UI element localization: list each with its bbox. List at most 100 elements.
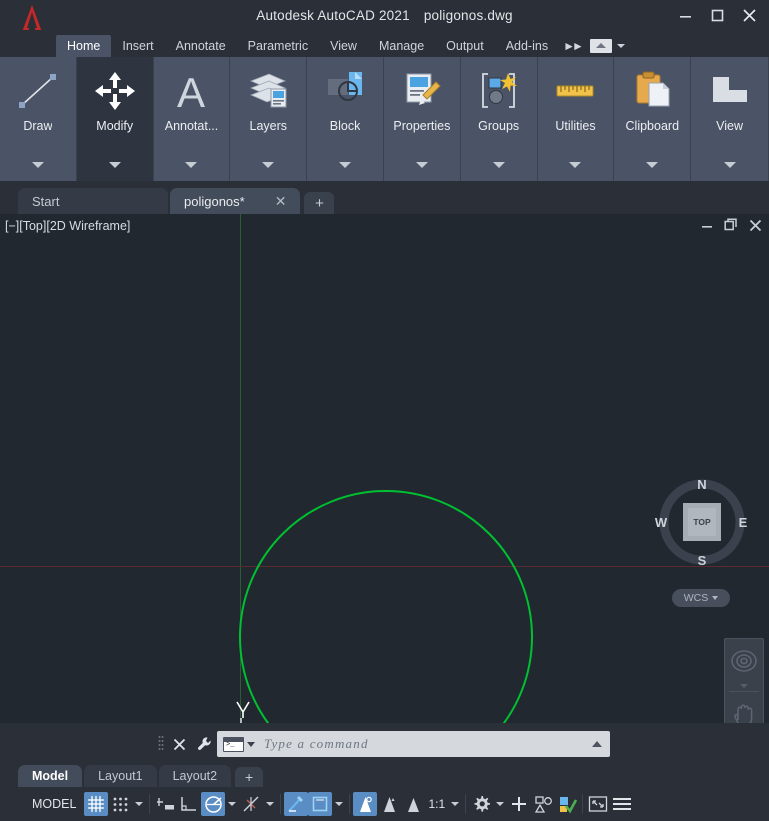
object-snap-tracking-toggle[interactable] [239, 792, 263, 816]
minimize-icon [701, 225, 712, 228]
clean-screen-button[interactable] [586, 792, 610, 816]
chevron-down-icon[interactable] [569, 162, 582, 168]
ribbon-tab-home[interactable]: Home [56, 35, 112, 57]
double-chevron-right-icon[interactable]: ►► [563, 39, 585, 53]
chevron-down-icon[interactable] [723, 162, 736, 168]
new-file-tab-button[interactable]: + [304, 192, 335, 214]
maximize-button[interactable] [701, 1, 733, 29]
clean-screen-icon [588, 796, 608, 812]
chevron-down-icon[interactable] [415, 162, 428, 168]
ribbon-tab-parametric[interactable]: Parametric [237, 35, 319, 57]
command-input[interactable]: Type a command [217, 731, 610, 757]
ortho-mode-toggle[interactable] [177, 792, 201, 816]
viewcube[interactable]: TOP N S E W [652, 472, 752, 572]
ribbon-panel-annotation[interactable]: A Annotat... [153, 57, 231, 181]
layout-tab-layout1[interactable]: Layout1 [84, 765, 157, 787]
command-close-button[interactable] [167, 731, 192, 757]
ribbon-panel-draw[interactable]: Draw [0, 57, 77, 181]
ribbon-panel-clipboard[interactable]: Clipboard [614, 57, 692, 181]
chevron-down-icon[interactable] [492, 162, 505, 168]
ribbon-panel-groups[interactable]: Groups [460, 57, 538, 181]
3d-osnap-toggle[interactable] [401, 792, 425, 816]
osnap-tracking-icon [243, 796, 259, 812]
selection-cycling-toggle[interactable] [377, 792, 401, 816]
ribbon-panel-properties[interactable]: Properties [383, 57, 461, 181]
customization-menu-button[interactable] [610, 792, 634, 816]
annotation-scale-value[interactable]: 1:1 [425, 797, 448, 811]
ribbon-panel-layers[interactable]: Layers [230, 57, 308, 181]
drawing-canvas[interactable]: [−][Top][2D Wireframe] TOP N S E W WCS [0, 214, 769, 723]
ribbon-tab-bar: Home Insert Annotate Parametric View Man… [0, 30, 769, 57]
ribbon-tab-manage[interactable]: Manage [368, 35, 435, 57]
layout-tab-model[interactable]: Model [18, 765, 83, 787]
wcs-selector[interactable]: WCS [672, 589, 730, 607]
ribbon-tab-view[interactable]: View [319, 35, 368, 57]
ribbon-tab-insert[interactable]: Insert [111, 35, 164, 57]
lineweight-settings-caret[interactable] [332, 792, 346, 816]
ribbon-tab-output[interactable]: Output [435, 35, 495, 57]
transparency-toggle[interactable] [353, 792, 378, 816]
chevron-down-icon[interactable] [740, 684, 748, 688]
close-icon[interactable]: ✕ [275, 194, 287, 208]
grid-display-toggle[interactable] [84, 792, 109, 816]
chevron-down-icon[interactable] [646, 162, 659, 168]
close-button[interactable] [747, 217, 763, 233]
model-space-button[interactable]: MODEL [24, 793, 84, 815]
ribbon-tab-addins[interactable]: Add-ins [495, 35, 559, 57]
isolate-objects-button[interactable] [531, 792, 555, 816]
restore-button[interactable] [723, 217, 739, 233]
lineweight-icon [313, 796, 328, 812]
minimize-button[interactable] [669, 1, 701, 29]
snap-settings-caret[interactable] [132, 792, 146, 816]
steering-wheel-button[interactable] [725, 639, 763, 683]
move-arrows-icon [92, 65, 138, 117]
osnap-icon [288, 796, 304, 812]
polar-settings-caret[interactable] [225, 792, 239, 816]
viewport-label[interactable]: [−][Top][2D Wireframe] [5, 219, 130, 233]
chevron-up-icon[interactable] [592, 741, 602, 747]
minimize-button[interactable] [699, 217, 715, 233]
chevron-down-icon[interactable] [185, 162, 198, 168]
chevron-down-icon[interactable] [31, 162, 44, 168]
new-layout-button[interactable]: + [235, 767, 264, 787]
ribbon-panel-block[interactable]: Block [307, 57, 384, 181]
customization-plus-button[interactable] [507, 792, 531, 816]
infer-constraints-toggle[interactable] [153, 792, 177, 816]
layout-tab-bar: Model Layout1 Layout2 + [0, 760, 769, 787]
ribbon-tab-annotate[interactable]: Annotate [165, 35, 237, 57]
restore-icon [724, 218, 737, 231]
chevron-down-icon[interactable] [262, 162, 275, 168]
chevron-down-icon[interactable] [339, 162, 352, 168]
workspace-switch-icon[interactable] [589, 39, 612, 53]
file-tab-label: Start [32, 193, 60, 209]
chevron-down-icon[interactable] [247, 741, 255, 747]
ribbon-panel-modify[interactable]: Modify [76, 57, 154, 181]
workspace-settings-caret[interactable] [493, 792, 507, 816]
command-placeholder: Type a command [264, 736, 369, 751]
pan-button[interactable] [725, 692, 763, 723]
plus-icon [512, 797, 527, 811]
ribbon-panel-utilities[interactable]: Utilities [537, 57, 615, 181]
workspace-settings-button[interactable] [469, 792, 493, 816]
object-snap-toggle[interactable] [284, 792, 309, 816]
polar-tracking-toggle[interactable] [201, 792, 226, 816]
lineweight-toggle[interactable] [308, 792, 333, 816]
snap-mode-toggle[interactable] [108, 792, 132, 816]
chevron-down-icon[interactable] [616, 44, 625, 48]
ribbon-panel-view[interactable]: View [691, 57, 769, 181]
file-tab-start[interactable]: Start [18, 188, 168, 214]
chevron-down-icon[interactable] [108, 162, 121, 168]
hardware-acceleration-button[interactable] [555, 792, 579, 816]
ribbon-panel-label: Draw [23, 119, 53, 133]
layout-tab-layout2[interactable]: Layout2 [158, 765, 232, 787]
circle-entity[interactable] [239, 490, 533, 723]
command-customize-button[interactable] [192, 731, 217, 757]
drag-grip-icon[interactable] [158, 735, 167, 753]
osnap-settings-caret[interactable] [263, 792, 277, 816]
window-title: Autodesk AutoCAD 2021 poligonos.dwg [0, 0, 769, 30]
annotation-scale-caret[interactable] [448, 792, 462, 816]
file-tab-poligonos[interactable]: poligonos* ✕ [170, 188, 301, 214]
grid-icon [88, 796, 105, 812]
file-tab-label: poligonos* [184, 193, 245, 209]
close-button[interactable] [733, 1, 765, 29]
